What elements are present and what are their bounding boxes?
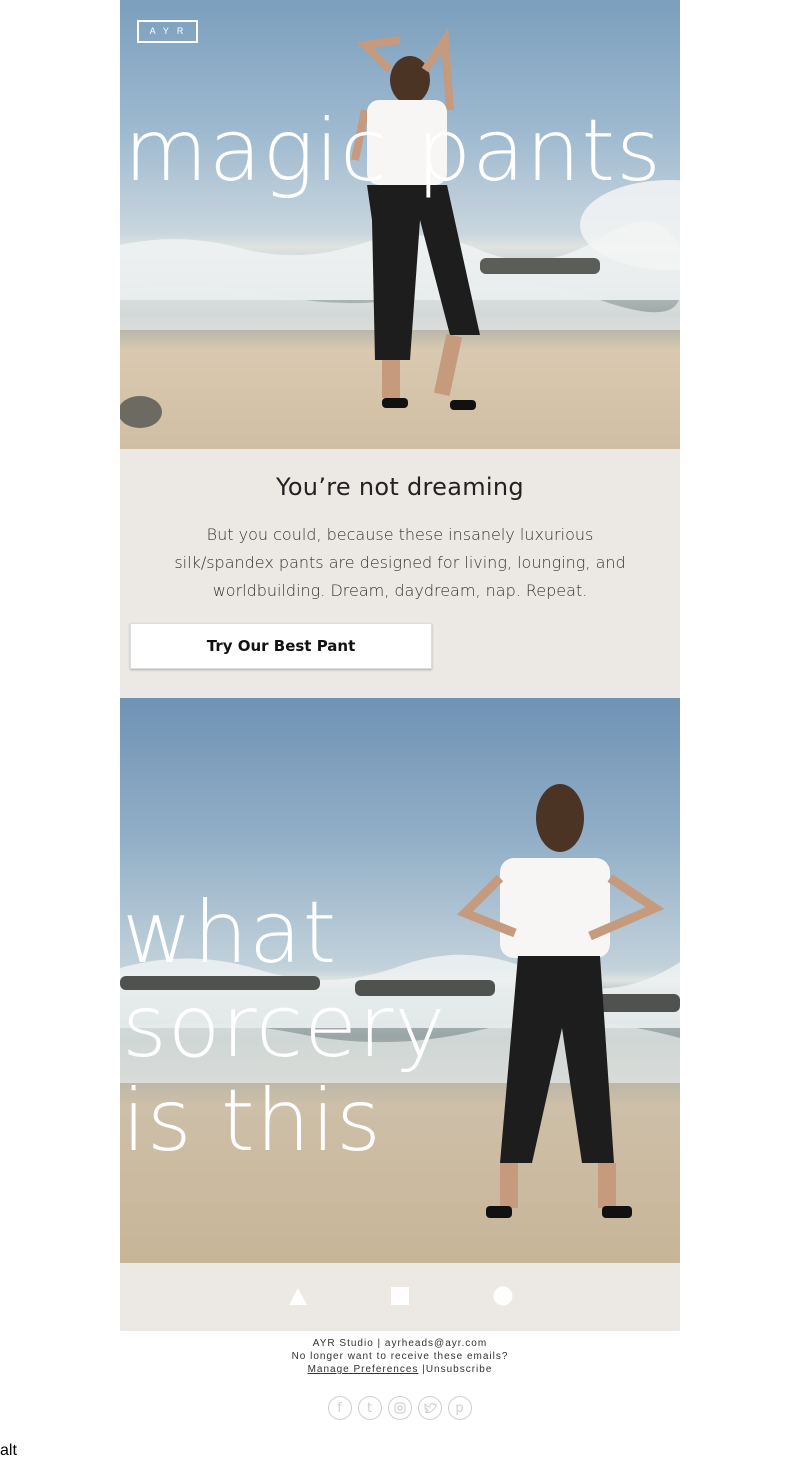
section-heading: You’re not dreaming (276, 473, 524, 501)
social-links: f t p (120, 1396, 680, 1420)
unsubscribe-link[interactable]: Unsubscribe (426, 1364, 493, 1375)
footer-studio-line: AYR Studio | ayrheads@ayr.com (312, 1338, 488, 1349)
section-body: But you could, because these insanely lu… (174, 525, 626, 600)
triangle-icon[interactable] (288, 1286, 308, 1306)
circle-icon[interactable] (493, 1286, 513, 1306)
square-icon[interactable] (390, 1286, 410, 1306)
hero-image-sorcery[interactable]: what sorcery is this (120, 698, 680, 1263)
beach-scene-1 (120, 28, 680, 428)
twitter-icon[interactable] (418, 1396, 442, 1420)
shapes-icon-bar (120, 1263, 680, 1331)
facebook-icon[interactable]: f (328, 1396, 352, 1420)
footer-optout-line: No longer want to receive these emails? (291, 1351, 509, 1362)
try-best-pant-button[interactable]: Try Our Best Pant (130, 623, 432, 669)
brand-logo[interactable]: AYR (137, 20, 198, 43)
footer: AYR Studio | ayrheads@ayr.com No longer … (120, 1331, 680, 1420)
headline-line-1: what (122, 883, 338, 983)
hero-headline-2: what sorcery is this (122, 886, 446, 1168)
headline-line-2: sorcery (122, 977, 447, 1077)
alt-text: alt (0, 1442, 17, 1459)
pinterest-icon[interactable]: p (448, 1396, 472, 1420)
hero-headline: magic pants (124, 101, 662, 201)
email-container: AYR magic pants You’re not dreaming But … (120, 0, 680, 1420)
footer-links: Manage Preferences |Unsubscribe (120, 1363, 680, 1376)
manage-preferences-link[interactable]: Manage Preferences (308, 1364, 419, 1375)
instagram-icon[interactable] (388, 1396, 412, 1420)
tumblr-icon[interactable]: t (358, 1396, 382, 1420)
hero-image-magic-pants[interactable]: AYR magic pants (120, 0, 680, 449)
headline-line-3: is this (122, 1071, 382, 1171)
